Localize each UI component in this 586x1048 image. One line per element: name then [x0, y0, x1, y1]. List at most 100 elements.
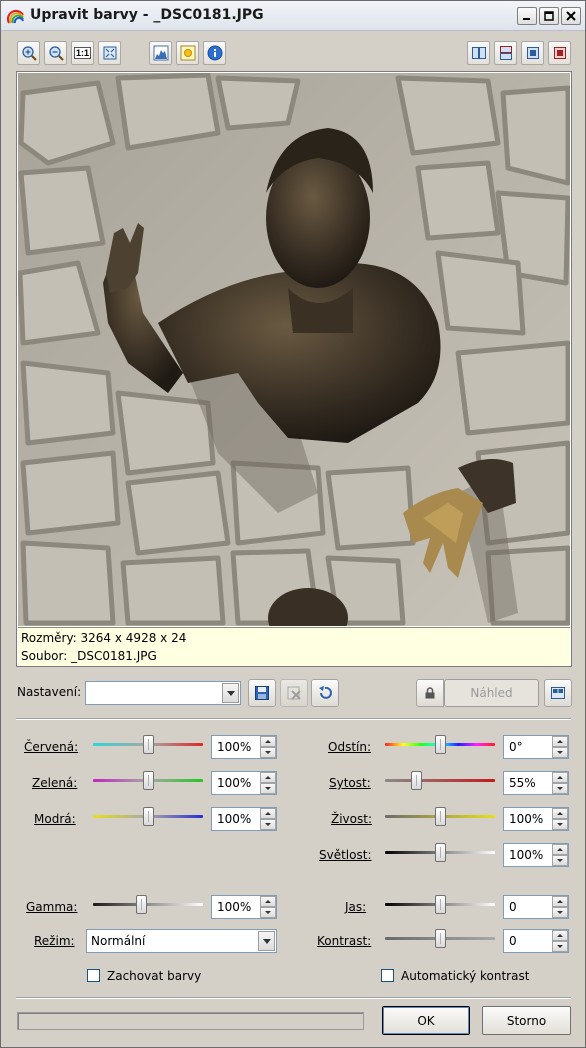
floppy-disk-icon	[255, 686, 269, 700]
maximize-button[interactable]	[539, 7, 559, 25]
blue-slider-thumb[interactable]	[143, 807, 154, 826]
brightness-label: Jas:	[345, 900, 367, 914]
actual-size-button[interactable]: 1:1	[71, 41, 94, 65]
contrast-spin-down[interactable]	[552, 941, 568, 952]
auto-contrast-checkbox[interactable]	[381, 969, 394, 982]
contrast-slider-thumb[interactable]	[435, 929, 446, 948]
mode-combo-value: Normální	[91, 934, 146, 948]
vibrance-spinbox[interactable]: 100%	[503, 807, 569, 831]
info-button[interactable]	[203, 41, 226, 65]
saturation-slider-track[interactable]	[385, 779, 495, 782]
lock-icon	[425, 687, 435, 699]
maximize-icon	[544, 11, 554, 21]
brightness-spin-up[interactable]	[552, 896, 568, 907]
vibrance-value: 100%	[509, 812, 544, 826]
gamma-slider-track[interactable]	[93, 903, 203, 906]
brightness-spin-down[interactable]	[552, 907, 568, 918]
save-settings-button[interactable]	[248, 679, 276, 707]
fit-to-window-icon	[103, 46, 116, 60]
blue-spin-up[interactable]	[260, 808, 276, 819]
mode-combo[interactable]: Normální	[86, 929, 277, 953]
reset-button[interactable]	[311, 679, 339, 707]
split-vertical-button[interactable]	[467, 41, 490, 65]
saturation-slider-thumb[interactable]	[411, 771, 422, 790]
auto-contrast-label[interactable]: Automatický kontrast	[401, 969, 529, 983]
keep-colors-checkbox[interactable]	[87, 969, 100, 982]
lock-preview-button[interactable]	[416, 679, 444, 707]
green-slider-thumb[interactable]	[143, 771, 154, 790]
zoom-in-button[interactable]	[17, 41, 40, 65]
preview-button[interactable]: Náhled	[444, 679, 539, 707]
zoom-out-button[interactable]	[44, 41, 67, 65]
hue-slider-thumb[interactable]	[435, 735, 446, 754]
original-view-button[interactable]	[548, 41, 571, 65]
brightness-slider-thumb[interactable]	[435, 895, 446, 914]
red-spinbox[interactable]: 100%	[211, 735, 277, 759]
settings-combo[interactable]	[85, 681, 241, 705]
auto-enhance-button[interactable]	[176, 41, 199, 65]
vibrance-spin-up[interactable]	[552, 808, 568, 819]
saturation-value: 55%	[509, 776, 536, 790]
saturation-spinbox[interactable]: 55%	[503, 771, 569, 795]
settings-dropdown-button[interactable]	[222, 683, 239, 703]
green-spinbox[interactable]: 100%	[211, 771, 277, 795]
lightness-spinbox[interactable]: 100%	[503, 843, 569, 867]
window-title: Upravit barvy - _DSC0181.JPG	[30, 7, 264, 23]
saturation-label: Sytost:	[329, 776, 371, 790]
progress-bar	[17, 1012, 364, 1030]
lightness-label: Světlost:	[319, 848, 372, 862]
green-spin-down[interactable]	[260, 783, 276, 794]
settings-label: Nastavení:	[17, 685, 82, 699]
saturation-spin-down[interactable]	[552, 783, 568, 794]
title-bar[interactable]: Upravit barvy - _DSC0181.JPG	[1, 1, 585, 31]
blue-spin-down[interactable]	[260, 819, 276, 830]
split-horizontal-button[interactable]	[494, 41, 517, 65]
gamma-spin-up[interactable]	[260, 896, 276, 907]
separator-bottom	[16, 997, 571, 999]
single-view-button[interactable]	[521, 41, 544, 65]
hue-spin-up[interactable]	[552, 736, 568, 747]
zoom-out-icon	[48, 46, 64, 61]
mode-dropdown-button[interactable]	[258, 931, 275, 951]
gamma-spinbox[interactable]: 100%	[211, 895, 277, 919]
vibrance-slider-thumb[interactable]	[435, 807, 446, 826]
red-slider-thumb[interactable]	[143, 735, 154, 754]
contrast-spin-up[interactable]	[552, 930, 568, 941]
brightness-spinbox[interactable]: 0	[503, 895, 569, 919]
info-icon	[207, 45, 222, 61]
brightness-value: 0	[509, 900, 517, 914]
ok-button[interactable]: OK	[382, 1006, 470, 1035]
keep-colors-label[interactable]: Zachovat barvy	[107, 969, 201, 983]
gamma-slider-thumb[interactable]	[136, 895, 147, 914]
minimize-icon	[523, 18, 530, 20]
hue-spinbox[interactable]: 0°	[503, 735, 569, 759]
hue-spin-down[interactable]	[552, 747, 568, 758]
layout-toggle-button[interactable]	[544, 679, 572, 707]
vibrance-spin-down[interactable]	[552, 819, 568, 830]
green-spin-up[interactable]	[260, 772, 276, 783]
close-button[interactable]	[561, 7, 581, 25]
histogram-button[interactable]	[149, 41, 172, 65]
lightness-slider-thumb[interactable]	[435, 843, 446, 862]
image-info-panel: Rozměry: 3264 x 4928 x 24 Soubor: _DSC01…	[18, 627, 570, 666]
red-label: Červená:	[24, 740, 79, 754]
minimize-button[interactable]	[517, 7, 537, 25]
cancel-button[interactable]: Storno	[482, 1006, 571, 1035]
red-spin-down[interactable]	[260, 747, 276, 758]
lightness-spin-up[interactable]	[552, 844, 568, 855]
fit-to-window-button[interactable]	[98, 41, 121, 65]
hue-label: Odstín:	[328, 740, 372, 754]
auto-enhance-icon	[180, 45, 195, 61]
lightness-value: 100%	[509, 848, 544, 862]
gamma-value: 100%	[217, 900, 252, 914]
blue-spinbox[interactable]: 100%	[211, 807, 277, 831]
lightness-spin-down[interactable]	[552, 855, 568, 866]
contrast-spinbox[interactable]: 0	[503, 929, 569, 953]
photo-preview[interactable]	[18, 73, 570, 626]
delete-settings-button[interactable]	[280, 679, 308, 707]
gamma-spin-down[interactable]	[260, 907, 276, 918]
red-spin-up[interactable]	[260, 736, 276, 747]
saturation-spin-up[interactable]	[552, 772, 568, 783]
single-view-icon	[526, 47, 539, 59]
close-icon	[566, 11, 576, 21]
